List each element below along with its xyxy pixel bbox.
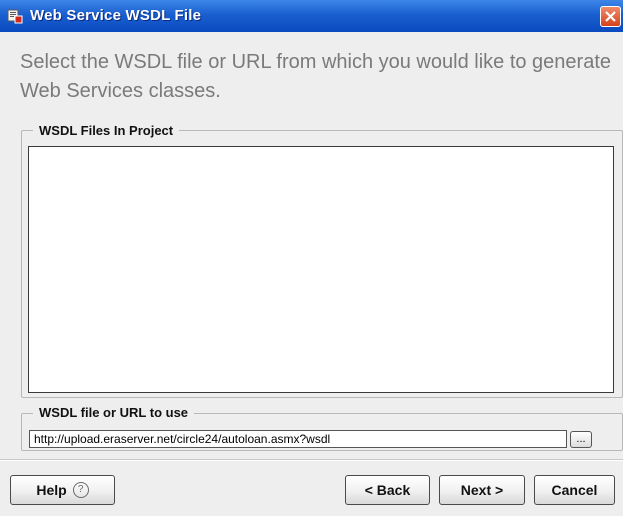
back-button[interactable]: < Back — [345, 475, 430, 505]
dialog-body: Select the WSDL file or URL from which y… — [0, 32, 623, 516]
help-button-label: Help — [36, 482, 67, 498]
close-icon — [605, 11, 616, 22]
cancel-button[interactable]: Cancel — [534, 475, 615, 505]
url-group-label: WSDL file or URL to use — [33, 405, 195, 420]
question-circle-icon: ? — [72, 482, 89, 498]
wsdl-files-group-label: WSDL Files In Project — [33, 123, 180, 138]
dialog-window: Web Service WSDL File Select the WSDL fi… — [0, 0, 623, 516]
help-button[interactable]: Help ? — [10, 475, 115, 505]
wsdl-app-icon — [7, 8, 23, 24]
title-bar[interactable]: Web Service WSDL File — [0, 0, 623, 32]
next-button[interactable]: Next > — [439, 475, 525, 505]
footer-separator-highlight — [0, 460, 623, 461]
instruction-heading: Select the WSDL file or URL from which y… — [20, 51, 612, 102]
browse-button[interactable]: ... — [570, 431, 592, 448]
wsdl-url-input[interactable] — [29, 430, 567, 448]
window-title: Web Service WSDL File — [30, 7, 202, 24]
close-button[interactable] — [600, 6, 621, 27]
wsdl-files-list[interactable] — [28, 146, 614, 393]
